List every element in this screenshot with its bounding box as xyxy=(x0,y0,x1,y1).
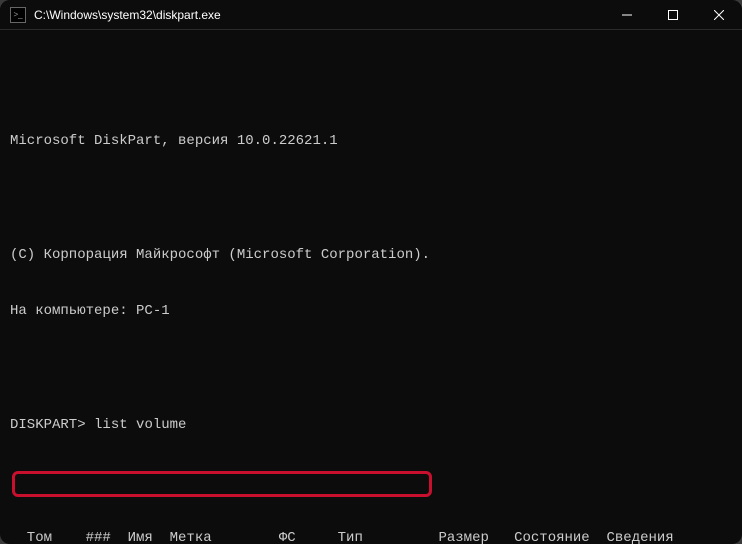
table-header: Том ### Имя Метка ФС Тип Размер Состояни… xyxy=(10,529,732,544)
prompt-line: DISKPART> list volume xyxy=(10,416,732,435)
app-icon: >_ xyxy=(10,7,26,23)
maximize-button[interactable] xyxy=(650,0,696,29)
console-output[interactable]: Microsoft DiskPart, версия 10.0.22621.1 … xyxy=(0,30,742,544)
close-button[interactable] xyxy=(696,0,742,29)
computer-text: На компьютере: PC-1 xyxy=(10,302,732,321)
copyright-text: (C) Корпорация Майкрософт (Microsoft Cor… xyxy=(10,246,732,265)
minimize-button[interactable] xyxy=(604,0,650,29)
window-title: C:\Windows\system32\diskpart.exe xyxy=(34,8,604,22)
window-controls xyxy=(604,0,742,29)
command-text: list volume xyxy=(94,417,186,433)
titlebar[interactable]: >_ C:\Windows\system32\diskpart.exe xyxy=(0,0,742,30)
version-text: Microsoft DiskPart, версия 10.0.22621.1 xyxy=(10,132,732,151)
terminal-window: >_ C:\Windows\system32\diskpart.exe Micr… xyxy=(0,0,742,544)
